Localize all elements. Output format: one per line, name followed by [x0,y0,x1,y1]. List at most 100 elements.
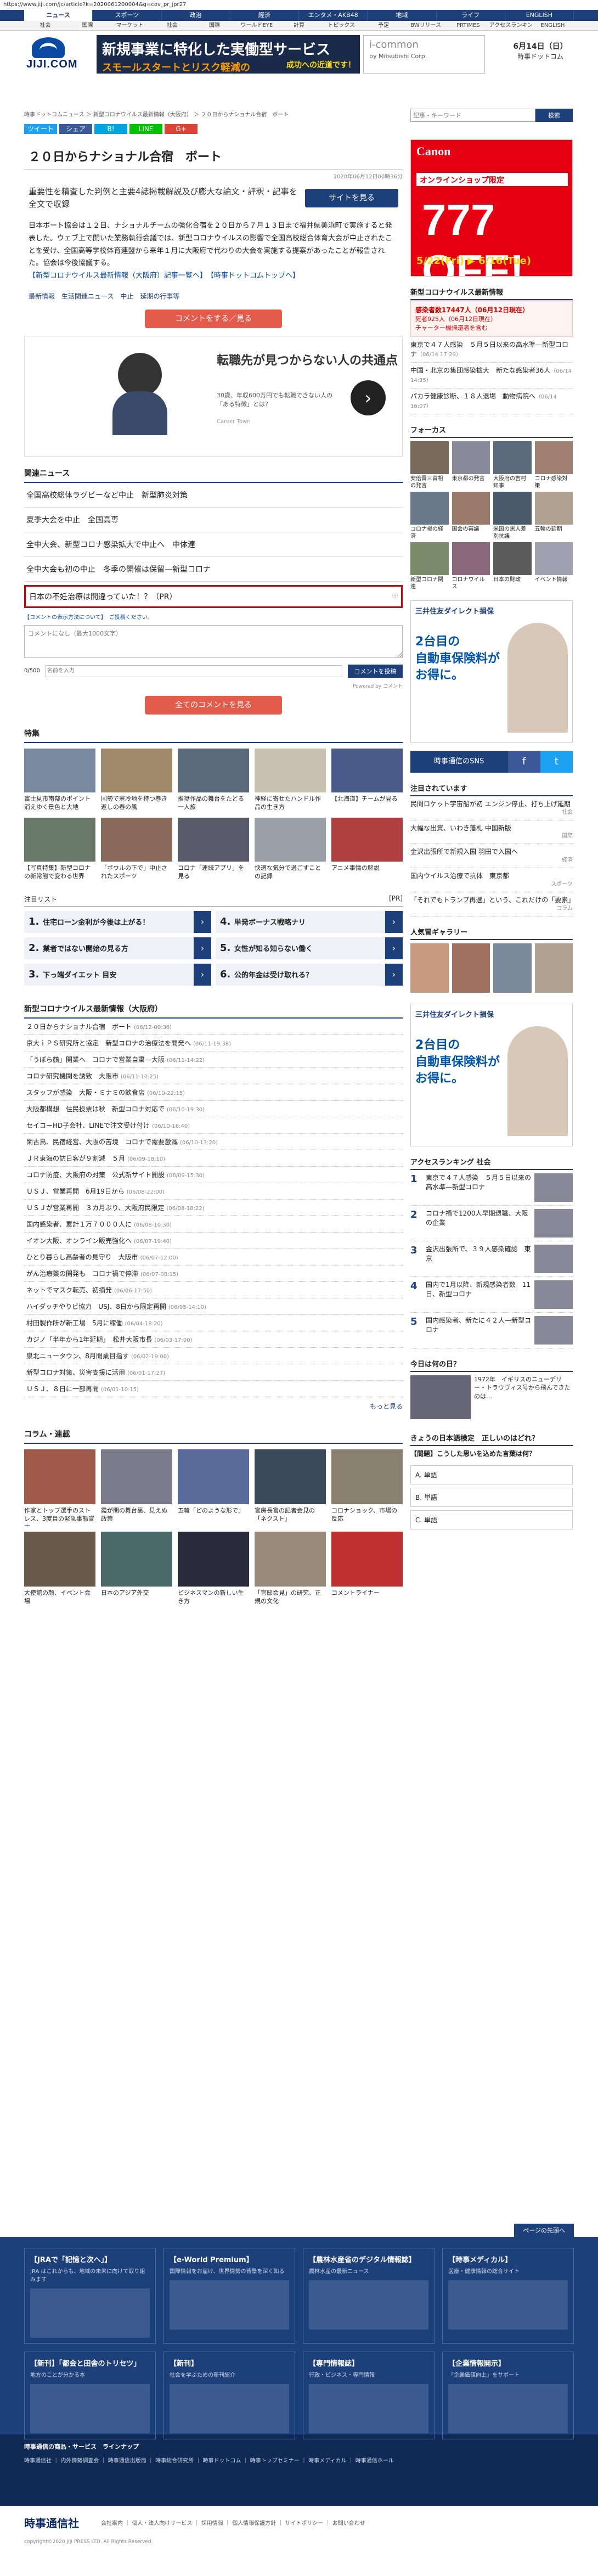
news-list-item[interactable]: 京大ｉＰＳ研究所と協定 新型コロナの治療法を開発へ (06/11-19:38) [24,1035,403,1051]
line-button[interactable]: LINE [129,124,162,134]
feature-card[interactable]: 「ボウルの下で」中止されたスポーツ [101,817,172,881]
gravure-card[interactable] [493,943,532,993]
sbi-ad-2[interactable]: 三井住友ダイレクト損保 2台目の 自動車保険料が お得に。 [410,1003,573,1146]
attention-item[interactable]: 大幅な出資、いわき藩札 中国新版 国際 [410,820,573,845]
subnav-item[interactable]: マーケット [109,21,151,30]
column-card[interactable]: 五輪「どのような形で」 [178,1449,249,1526]
twitter-icon[interactable]: t [540,750,573,773]
related-item[interactable]: 全中大会、新型コロナ感染拡大で中止へ 中体連 [24,532,403,557]
attention-item[interactable]: 金沢出張所で新規入国 羽田で入国へ 経済 [410,844,573,869]
pr-list-item[interactable]: 2. 業者ではない開始の見る方 › [24,937,211,959]
feature-card[interactable]: 【写真特集】新型コロナの新常態で変わる世界 [24,817,95,881]
news-list-item[interactable]: がん治療薬の開発も コロナ禍で停滞 (06/07-08:15) [24,1265,403,1282]
topnav-item[interactable]: エンタメ・AKB48 [299,10,368,21]
attention-item[interactable]: 国内ウイルス治療で抗体 東京都 スポーツ [410,868,573,892]
canon-ad[interactable]: Canon オンラインショップ限定 777 OFF! 5/22(Fri) ▶ 6… [410,139,573,277]
subnav-item[interactable]: BWリリース [405,21,447,30]
focus-card[interactable]: 国会の審議 [452,491,490,539]
footer-service-links[interactable]: 時事通信社 ｜ 内外情勢調査会 ｜ 時事通信出版局 ｜ 時事総合研究所 ｜ 時事… [24,2456,574,2466]
gravure-card[interactable] [534,943,573,993]
pr-list-item[interactable]: 4. 単発ボーナス戦略ナリ › [216,910,403,933]
tag-link[interactable]: 延期の行事等 [140,291,179,301]
hatena-button[interactable]: B! [94,124,127,134]
related-item[interactable]: 全中大会も初の中止 冬季の開催は保留—新型コロナ [24,557,403,582]
url-bar[interactable]: https://www.jiji.com/jc/article?k=202006… [0,0,598,10]
footer-promo-box[interactable]: 【企業情報開示】 「企業価値向上」をサポート [442,2352,574,2439]
pr-list-item[interactable]: 5. 女性が知る知らない働く › [216,937,403,959]
article-body-link[interactable]: 【新型コロナウイルス最新情報（大阪府）記事一覧へ】 【時事ドットコムトップへ】 [29,272,300,280]
header-ad-banner[interactable]: 新規事業に特化した実働型サービス スモールスタートとリスク軽減の 成功への近道で… [97,35,360,74]
feature-card[interactable]: コロナ「連続アプリ」を見る [178,817,249,881]
focus-card[interactable]: 安倍晋三首相の発言 [410,441,449,488]
feature-card[interactable]: アニメ事情の解説 [331,817,403,881]
news-list-item[interactable]: ネットでマスク転売、初摘発 (06/06-17:50) [24,1282,403,1298]
feature-card[interactable]: 国勢で寒冷地を持つ巻き返しの春の風 [101,748,172,812]
news-list-item[interactable]: 「うぽら鶴」開業へ コロナで営業自粛—大阪 (06/11-14:22) [24,1051,403,1068]
topnav-item[interactable]: ニュース [24,10,93,21]
ranking-item[interactable]: 4 国内で1月以降、新規感染者数 11日、新型コロナ [410,1277,573,1313]
ranking-item[interactable]: 5 国内感染者、新たに４２人—新型コロナ [410,1313,573,1348]
footer-promo-box[interactable]: 【農林水産省のデジタル情報誌】 農林水産の最新ニュース [303,2248,435,2344]
news-list-item[interactable]: ＵＳＪが営業再開 ３カ月ぶり、大阪府民限定 (06/08-18:22) [24,1200,403,1216]
footer-promo-box[interactable]: 【新刊】「都会と田舎のトリセツ」 地方のことが分かる本 [24,2352,156,2439]
column-card[interactable]: 官房長官の記者会見の「ネクスト」 [255,1449,326,1526]
news-list-item[interactable]: コロナ防疫、大阪府の対策 公式新サイト開設 (06/09-15:30) [24,1167,403,1183]
more-link[interactable]: もっと見る [24,1397,403,1415]
gravure-card[interactable] [452,943,490,993]
pr-link[interactable]: 日本の不妊治療は間違っていた！？（PR） ⓘ [24,584,403,608]
quiz-option[interactable]: A. 単語 [410,1465,573,1484]
ranking-item[interactable]: 1 東京で４７人感染 ５月５日以来の高水準—新型コロナ [410,1170,573,1206]
footer-links[interactable]: 会社案内 ｜ 個人・法人向けサービス ｜ 採用情報 ｜ 個人情報保護方針 ｜ サ… [101,2518,365,2527]
gravure-card[interactable] [410,943,449,993]
footer-promo-box[interactable]: 【新刊】 社会を学ぶための新刊紹介 [163,2352,295,2439]
subnav-item[interactable]: PRTIMES [447,21,489,30]
comment-note[interactable]: 【コメントの表示方法について】 ご投稿ください。 [24,608,403,625]
news-list-item[interactable]: イオン大阪、オンライン販売強化へ (06/07-19:40) [24,1233,403,1249]
promo-ad[interactable]: 転職先が見つからない人の共通点 30歳、年収600万円でも転職できない人の「ある… [24,335,403,457]
news-list-item[interactable]: 新型コロナ対策、災害支援に活用 (06/01-17:27) [24,1364,403,1381]
subnav-item[interactable]: 社会 [151,21,193,30]
news-list-item[interactable]: スタッフが感染 大阪・ミナミの飲食店 (06/10-22:15) [24,1084,403,1101]
corona-heading[interactable]: 新型コロナウイルス最新情報 [410,284,573,300]
chevron-right-icon[interactable]: › [351,380,386,415]
subnav-item[interactable]: 社会 [24,21,66,30]
submit-comment-button[interactable]: コメントを投稿 [348,664,403,678]
footer-logo[interactable]: 時事通信社 [24,2515,79,2530]
news-list-item[interactable]: 村田製作所が新工場 5月に稼働 (06/04-18:20) [24,1315,403,1331]
column-card[interactable]: 日本のアジア外交 [101,1531,172,1608]
tag-link[interactable]: 最新情報 [29,291,55,301]
column-card[interactable]: 作家とトップ選手のストレス、3度目の緊急事態宣言 [24,1449,95,1526]
side-news-item[interactable]: 東京で４７人感染 ５月５日以来の高水準—新型コロナ（06/14 17:29） [410,337,573,363]
side-news-item[interactable]: 中国・北京の集団感染拡大 新たな感染者36人（06/14 14:35） [410,363,573,389]
header-ad-icommon[interactable]: i-common by Mitsubishi Corp. [363,35,485,74]
news-list-item[interactable]: ＪＲ東海の訪日客が９割減 ５月 (06/09-18:10) [24,1150,403,1167]
footer-promo-box[interactable]: 【JRAで「記憶と次へ」】 JRA はこれからも、地域の未来に向けて取り組みます [24,2248,156,2344]
pr-list-item[interactable]: 1. 住宅ローン金利が今後は上がる！ › [24,910,211,933]
pr-list-item[interactable]: 3. 下っ端ダイエット 目安 › [24,963,211,986]
feature-card[interactable]: 快適な気分で過ごすことの記録 [255,817,326,881]
quiz-option[interactable]: C. 単語 [410,1510,573,1529]
lead-ad-button[interactable]: サイトを見る [305,188,398,207]
all-comments-button[interactable]: 全てのコメントを見る [145,695,282,715]
jiji-logo[interactable]: JIJI.COM [26,37,77,70]
topnav-item[interactable]: ライフ [437,10,505,21]
column-card[interactable]: コメントライナー [331,1531,403,1608]
back-to-top-button[interactable]: ページの先頭へ [514,2224,574,2237]
subnav-item[interactable]: ワールドEYE [235,21,278,30]
news-list-item[interactable]: 大阪都構想 住民投票は秋 新型コロナ対応で (06/10-19:30) [24,1101,403,1117]
search-button[interactable]: 検索 [535,109,573,122]
focus-card[interactable]: 日本の財政 [493,542,532,589]
facebook-share-button[interactable]: シェア [59,124,92,134]
attention-item[interactable]: 「それでもトランプ再選」という、これだけの「要素」 コラム [410,892,574,916]
footer-promo-box[interactable]: 【時事メディカル】 医療・健康情報の総合サイト [442,2248,574,2344]
news-list-item[interactable]: ＵＳＪ、営業再開 6月19日から (06/08-22:00) [24,1183,403,1200]
tweet-button[interactable]: ツイート [24,124,57,134]
comment-button[interactable]: コメントをする／見る [145,309,282,328]
focus-card[interactable]: 五輪の延期 [534,491,573,539]
tag-link[interactable]: 生活関連ニュース [61,291,114,301]
focus-card[interactable]: コロナ禍の経済 [410,491,449,539]
footer-promo-box[interactable]: 【e-World Premium】 国際情報をお届け、世界情勢の背景を深く知る [163,2248,295,2344]
focus-card[interactable]: 大阪府の吉村知事 [493,441,532,488]
news-list-item[interactable]: セイコーHD子会社、LINEで注文受け付け (06/10-16:40) [24,1117,403,1134]
feature-card[interactable]: 神経に寄せたハンドル作品の生き方 [255,748,326,812]
